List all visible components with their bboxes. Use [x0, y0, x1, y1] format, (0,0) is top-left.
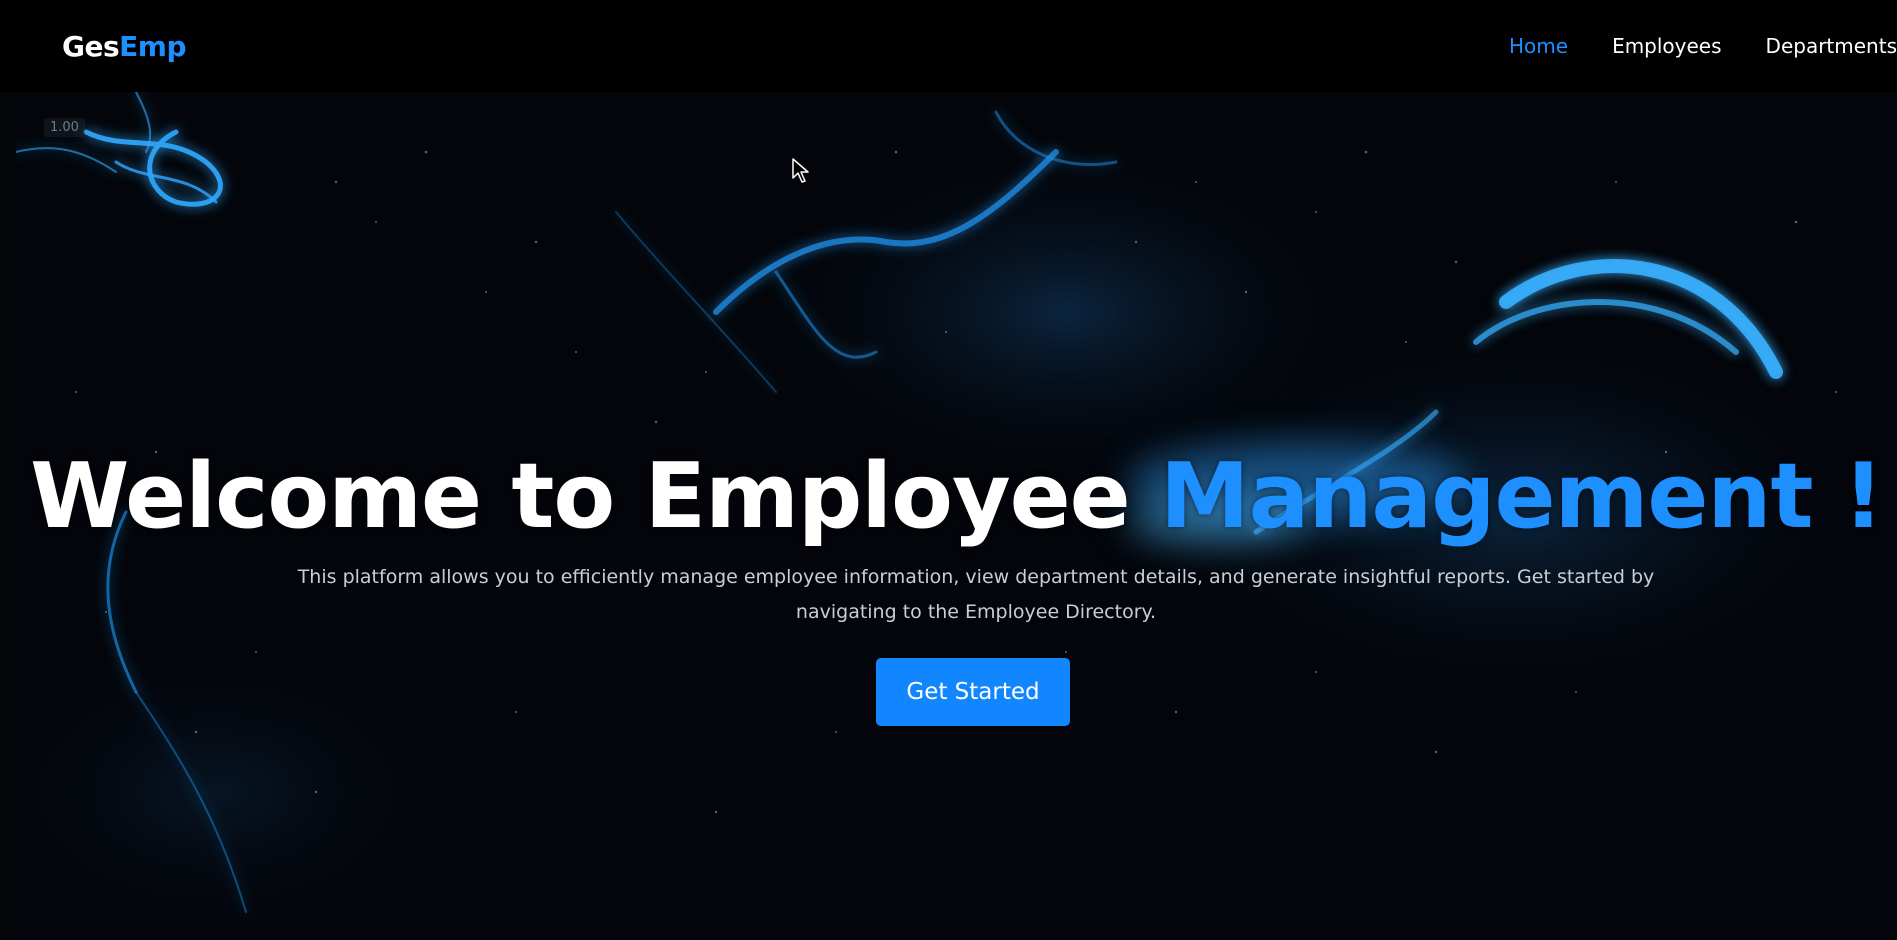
nav-departments[interactable]: Departments — [1766, 34, 1897, 58]
hero-section: 1.00 Welcome to Employee Management ! Th… — [16, 92, 1897, 940]
nav-home[interactable]: Home — [1509, 34, 1568, 58]
page: GesEmp Home Employees Departments 1.00 W… — [0, 0, 1897, 940]
hero-description: This platform allows you to efficiently … — [297, 566, 1655, 623]
navbar: GesEmp Home Employees Departments — [0, 0, 1897, 92]
hero-title-main: Welcome to Employee — [30, 444, 1161, 549]
brand-prefix: Ges — [62, 30, 120, 63]
nav-employees[interactable]: Employees — [1612, 34, 1721, 58]
brand-logo[interactable]: GesEmp — [62, 30, 186, 63]
brand-accent: Emp — [119, 30, 186, 63]
zoom-readout: 1.00 — [44, 118, 85, 137]
hero-title: Welcome to Employee Management ! — [16, 444, 1897, 549]
nav-links: Home Employees Departments — [1465, 34, 1897, 58]
get-started-button[interactable]: Get Started — [876, 658, 1070, 726]
mouse-cursor-icon — [792, 158, 809, 183]
hero-title-accent: Management ! — [1160, 444, 1884, 549]
